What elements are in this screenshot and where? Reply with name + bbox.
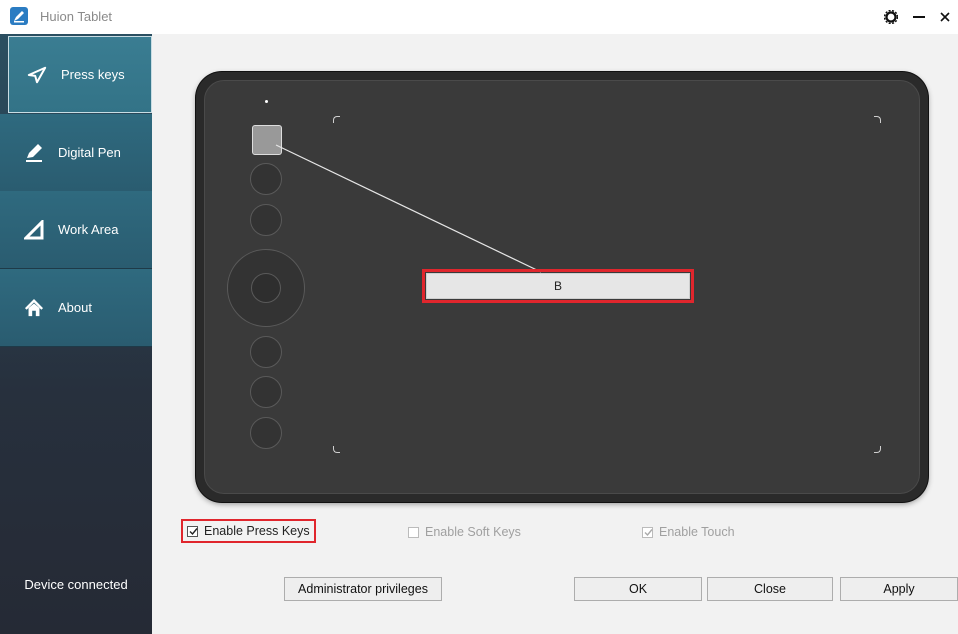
sidebar-item-work-area[interactable]: Work Area bbox=[0, 191, 152, 269]
sidebar-item-digital-pen[interactable]: Digital Pen bbox=[0, 114, 152, 192]
enable-touch-checkbox bbox=[642, 526, 653, 538]
apply-button[interactable]: Apply bbox=[840, 577, 958, 601]
triangle-area-icon bbox=[24, 219, 44, 240]
sidebar: Press keys Digital Pen Work Area About D… bbox=[0, 34, 152, 634]
checkmark-icon bbox=[644, 528, 653, 536]
minimize-button[interactable] bbox=[908, 6, 930, 28]
key-assignment-field[interactable]: B bbox=[422, 269, 694, 303]
send-arrow-icon bbox=[27, 65, 47, 85]
enable-soft-keys-checkbox bbox=[408, 526, 419, 538]
sidebar-item-about[interactable]: About bbox=[0, 269, 152, 347]
checkmark-icon bbox=[189, 527, 198, 535]
device-status: Device connected bbox=[24, 577, 128, 592]
title-bar: Huion Tablet bbox=[0, 0, 958, 35]
sidebar-item-label: About bbox=[58, 300, 92, 315]
administrator-privileges-button[interactable]: Administrator privileges bbox=[284, 577, 442, 601]
close-button[interactable]: Close bbox=[707, 577, 833, 601]
settings-gear-icon[interactable] bbox=[880, 6, 902, 28]
app-logo-icon bbox=[10, 7, 28, 25]
enable-press-keys-label: Enable Press Keys bbox=[204, 524, 310, 538]
enable-soft-keys-label: Enable Soft Keys bbox=[425, 525, 521, 539]
tablet-diagram: B bbox=[196, 72, 928, 502]
enable-press-keys-option[interactable]: Enable Press Keys bbox=[181, 519, 316, 543]
sidebar-item-label: Digital Pen bbox=[58, 145, 121, 160]
enable-soft-keys-option: Enable Soft Keys bbox=[408, 525, 521, 539]
enable-press-keys-checkbox[interactable] bbox=[187, 525, 198, 537]
enable-touch-label: Enable Touch bbox=[659, 525, 735, 539]
sidebar-item-label: Press keys bbox=[61, 67, 125, 82]
window-title: Huion Tablet bbox=[40, 9, 113, 24]
sidebar-item-press-keys[interactable]: Press keys bbox=[8, 36, 152, 113]
ok-button[interactable]: OK bbox=[574, 577, 702, 601]
sidebar-item-label: Work Area bbox=[58, 222, 119, 237]
enable-touch-option: Enable Touch bbox=[642, 525, 735, 539]
pen-icon bbox=[24, 143, 44, 163]
main-panel: B Enable Press Keys Enable Soft Keys Ena… bbox=[152, 34, 958, 634]
home-icon bbox=[24, 298, 44, 318]
close-window-button[interactable] bbox=[934, 6, 956, 28]
